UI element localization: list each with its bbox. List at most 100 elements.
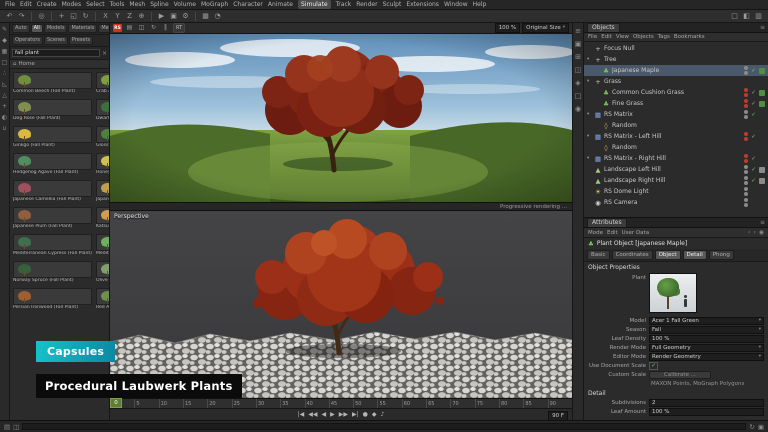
- asset-item[interactable]: Hedgehog Agave (Fall Plant): [12, 152, 93, 177]
- object-row[interactable]: + Focus Null: [584, 43, 768, 54]
- enable-check-icon[interactable]: ✓: [750, 112, 757, 118]
- visibility-dots[interactable]: [744, 165, 748, 174]
- layers-strip-icon[interactable]: ◫: [13, 423, 19, 431]
- expand-arrow-icon[interactable]: ▾: [587, 57, 592, 62]
- ab-compare-icon[interactable]: ◫: [137, 23, 146, 34]
- visibility-dots[interactable]: [744, 132, 748, 141]
- attribute-menu-item[interactable]: User Data: [622, 230, 649, 236]
- menu-item[interactable]: Character: [233, 0, 263, 9]
- enable-check-icon[interactable]: ✓: [750, 167, 757, 173]
- object-row[interactable]: ▾ ▦ RS Matrix - Left Hill ✓: [584, 131, 768, 142]
- timeline-playhead[interactable]: 0: [110, 398, 122, 408]
- asset-item[interactable]: Norway Spruce (Fall Plant): [12, 260, 93, 285]
- menu-item[interactable]: Tools: [110, 0, 125, 9]
- tab-objects[interactable]: Objects: [587, 23, 620, 32]
- lock-icon[interactable]: ◉: [759, 229, 764, 236]
- record-button[interactable]: ●: [363, 409, 368, 420]
- materials-strip-icon[interactable]: ▤: [4, 423, 10, 431]
- pause-render-icon[interactable]: ‖: [161, 23, 170, 34]
- scale-tool-icon[interactable]: ◱: [69, 10, 78, 22]
- toolbar-icon[interactable]: [51, 12, 52, 21]
- previous-key-button[interactable]: ◀◀: [308, 409, 317, 420]
- menu-item[interactable]: Extensions: [406, 0, 439, 9]
- object-row[interactable]: ♣ Common Cushion Grass ✓: [584, 87, 768, 98]
- layout-animate-button[interactable]: ◧: [742, 10, 751, 22]
- menu-item[interactable]: Sculpt: [383, 0, 402, 9]
- asset-filter-chip[interactable]: Scenes: [44, 36, 68, 45]
- zoom-level[interactable]: 100 %: [495, 23, 520, 33]
- goto-start-button[interactable]: |◀: [298, 409, 305, 420]
- menu-item[interactable]: Edit: [20, 0, 32, 9]
- attribute-value[interactable]: Acer 1 Fall Green: [649, 317, 764, 325]
- texture-tag-icon[interactable]: [759, 167, 765, 173]
- texture-tag-icon[interactable]: [759, 46, 765, 52]
- asset-item[interactable]: Japanese Plum (Fall Plant): [12, 206, 93, 231]
- texture-tag-icon[interactable]: [759, 79, 765, 85]
- attribute-value[interactable]: Calibrate ...: [649, 371, 711, 379]
- asset-item[interactable]: Mediterranean Cypress (Fall Plant): [12, 233, 93, 258]
- panel-menu-icon[interactable]: ≡: [760, 219, 765, 226]
- visibility-dots[interactable]: [744, 121, 748, 130]
- asset-item[interactable]: Japanese Camellia (Fall Plant): [12, 179, 93, 204]
- perspective-viewport[interactable]: Perspective: [110, 211, 572, 398]
- object-row[interactable]: ▾ + Tree: [584, 54, 768, 65]
- object-menu-item[interactable]: View: [616, 34, 629, 40]
- snapping-icon[interactable]: ∪: [2, 125, 6, 132]
- texture-tag-icon[interactable]: [759, 90, 765, 96]
- camera-panel-icon[interactable]: ◉: [575, 105, 581, 113]
- visibility-dots[interactable]: [744, 198, 748, 207]
- attribute-value[interactable]: Full Geometry: [649, 344, 764, 352]
- visibility-dots[interactable]: [744, 55, 748, 64]
- visibility-dots[interactable]: [744, 143, 748, 152]
- enable-axis-icon[interactable]: +: [2, 103, 7, 110]
- menu-item[interactable]: Mesh: [129, 0, 145, 9]
- texture-tag-icon[interactable]: [759, 189, 765, 195]
- y-axis-lock-button[interactable]: Y: [113, 10, 122, 22]
- attribute-tab[interactable]: Coordinates: [612, 250, 653, 260]
- texture-mode-icon[interactable]: ▦: [2, 48, 8, 55]
- object-menu-item[interactable]: Tags: [658, 34, 670, 40]
- attribute-value[interactable]: 100 %: [649, 335, 764, 343]
- redo-icon[interactable]: ↷: [17, 10, 26, 22]
- asset-filter-chip[interactable]: Operators: [12, 36, 43, 45]
- plant-preview-image[interactable]: [649, 273, 697, 313]
- asset-filter-chip[interactable]: All: [31, 24, 43, 33]
- render-settings-button[interactable]: ⚙: [181, 10, 190, 22]
- visibility-dots[interactable]: [744, 110, 748, 119]
- autokey-button[interactable]: ◆: [372, 409, 377, 420]
- points-mode-icon[interactable]: ∴: [3, 70, 7, 77]
- menu-item[interactable]: MoGraph: [201, 0, 228, 9]
- expand-arrow-icon[interactable]: ▾: [587, 134, 592, 139]
- visibility-dots[interactable]: [744, 66, 748, 75]
- timeline-ruler[interactable]: 051015202530354045505560657075808590: [110, 398, 572, 408]
- search-input[interactable]: [12, 49, 100, 57]
- visibility-dots[interactable]: [744, 99, 748, 108]
- object-menu-item[interactable]: Edit: [601, 34, 612, 40]
- play-button[interactable]: ▶: [330, 409, 335, 420]
- generators-menu-icon[interactable]: ▦: [201, 10, 210, 22]
- object-row[interactable]: ▾ ▦ RS Matrix - Right Hill ✓: [584, 153, 768, 164]
- menu-item[interactable]: Select: [86, 0, 105, 9]
- refresh-icon[interactable]: ↻: [749, 423, 754, 431]
- object-row[interactable]: ▲ Landscape Right Hill ✓: [584, 175, 768, 186]
- history-forward-icon[interactable]: ›: [753, 229, 755, 236]
- visibility-dots[interactable]: [744, 77, 748, 86]
- asset-filter-chip[interactable]: Materials: [68, 24, 97, 33]
- expand-arrow-icon[interactable]: ▾: [587, 79, 592, 84]
- asset-browser-toggle-icon[interactable]: ▣: [575, 40, 582, 48]
- layout-standard-button[interactable]: □: [730, 10, 739, 22]
- model-mode-icon[interactable]: ◆: [2, 37, 7, 44]
- asset-filter-chip[interactable]: Media: [98, 24, 110, 33]
- texture-tag-icon[interactable]: [759, 57, 765, 63]
- attribute-value[interactable]: ✓: [649, 362, 658, 370]
- asset-item[interactable]: Katsura (Fall Plant): [95, 206, 109, 231]
- toolbar-icon[interactable]: [151, 12, 152, 21]
- object-row[interactable]: ◊ Random: [584, 120, 768, 131]
- texture-tag-icon[interactable]: [759, 112, 765, 118]
- fit-mode-dropdown[interactable]: Original Size▾: [522, 23, 569, 33]
- attribute-value[interactable]: 100 %: [649, 408, 764, 416]
- play-reverse-button[interactable]: ◀: [322, 409, 327, 420]
- menu-item[interactable]: Window: [444, 0, 468, 9]
- visibility-dots[interactable]: [744, 176, 748, 185]
- visibility-dots[interactable]: [744, 88, 748, 97]
